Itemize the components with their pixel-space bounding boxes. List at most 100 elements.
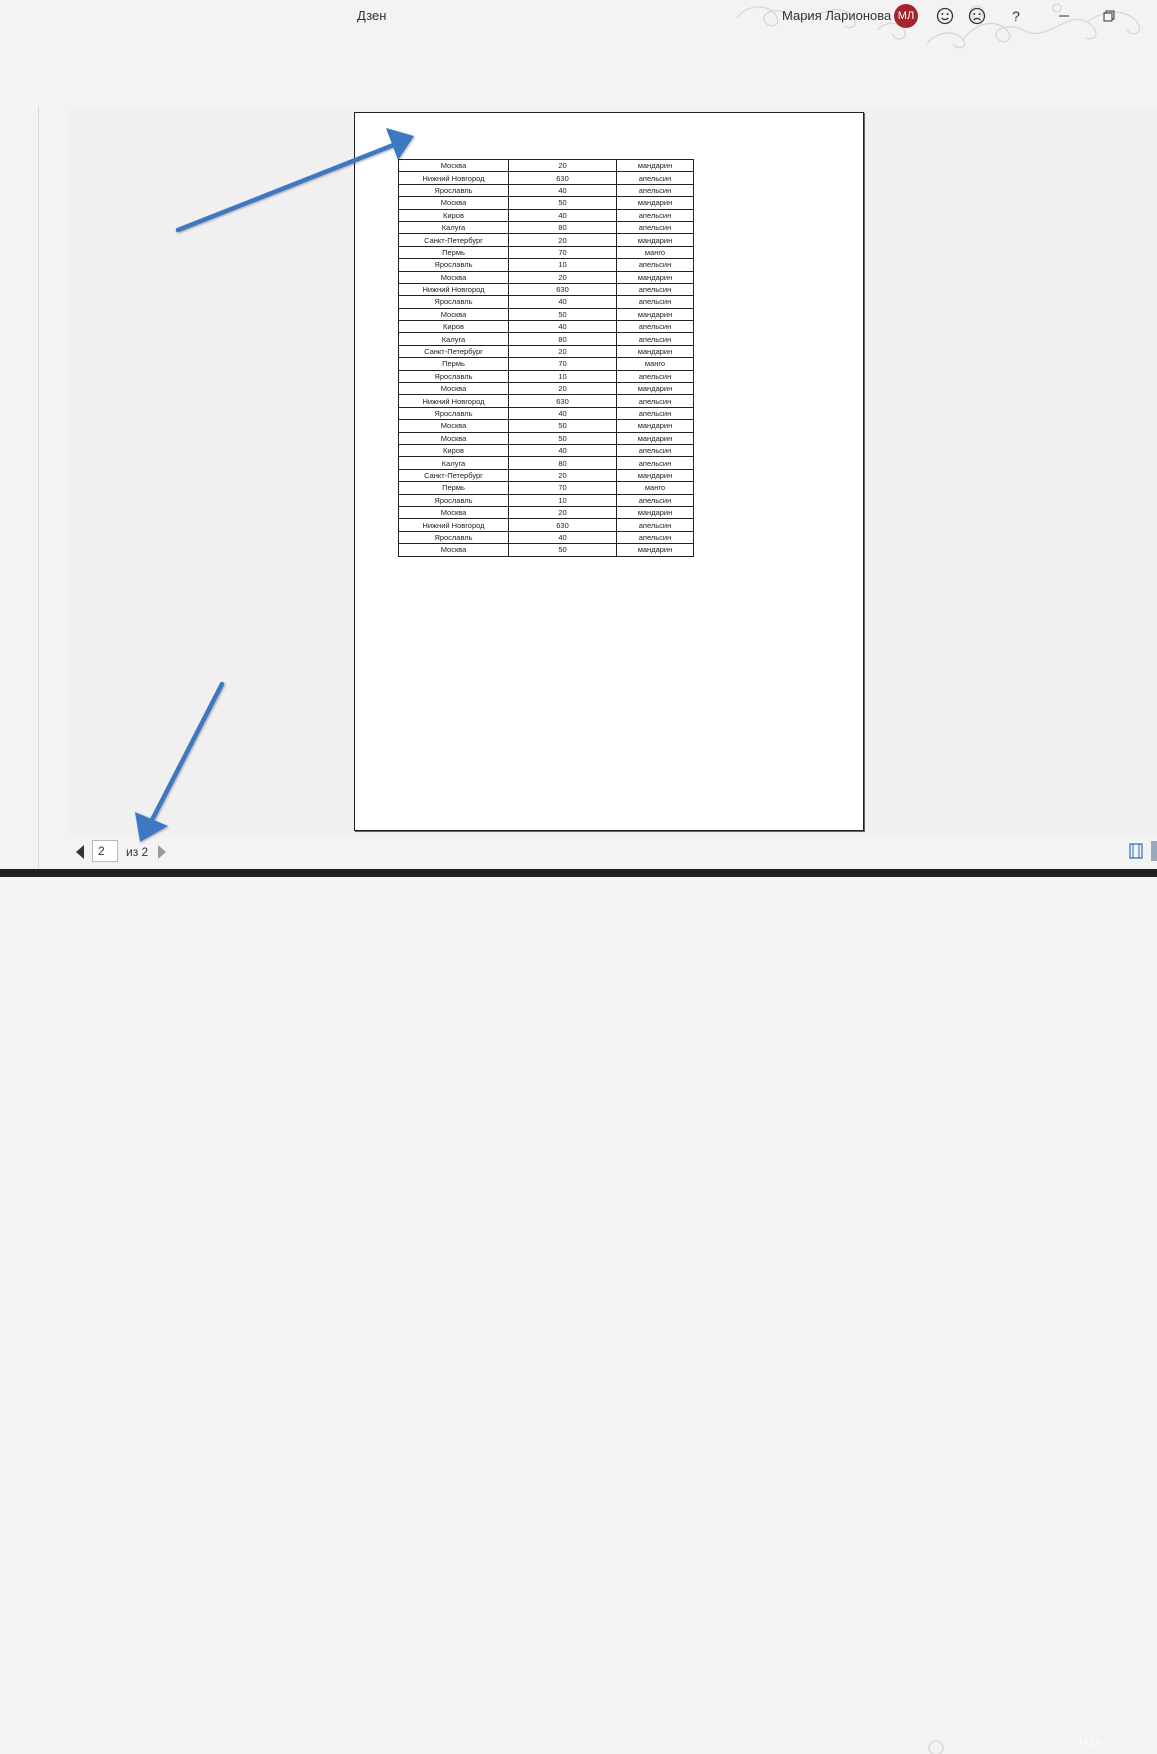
city-cell: Москва [398,270,509,284]
table-row: Ярославль 10 апельсин [398,258,694,272]
table-row: Киров 40 апельсин [398,208,694,222]
table-row: Нижний Новгород 630 апельсин [398,518,694,532]
avatar[interactable]: МЛ [894,4,918,28]
quantity-cell: 630 [508,394,617,408]
table-row: Нижний Новгород 630 апельсин [398,394,694,408]
quantity-cell: 70 [508,481,617,495]
smile-button[interactable] [933,4,957,28]
data-table: Москва 20 мандарин Нижний Новгород 630 апельс… [398,158,694,557]
table-row: Ярославль 10 апельсин [398,493,694,507]
quantity-cell: 70 [508,245,617,260]
quantity-cell: 20 [508,505,617,520]
city-cell: Москва [398,419,509,433]
page-count-label: из 2 [126,845,149,859]
fruit-cell: апельсин [616,406,694,421]
fruit-cell: апельсин [616,332,694,346]
quantity-cell: 40 [508,208,617,222]
previous-page-icon[interactable] [74,844,86,860]
table-row: Москва 50 мандарин [398,543,694,557]
fruit-cell: мандарин [616,270,694,284]
fruit-cell: апельсин [616,183,694,198]
frown-button[interactable] [965,4,989,28]
fruit-cell: апельсин [616,295,694,309]
city-cell: Ярославль [398,183,509,198]
city-cell: Пермь [398,481,509,495]
taskbar: 14:58 [0,869,1157,1754]
table-row: Москва 50 мандарин [398,431,694,446]
fruit-cell: мандарин [616,196,694,210]
quantity-cell: 20 [508,270,617,284]
quantity-cell: 50 [508,431,617,446]
city-cell: Москва [398,307,509,322]
fruit-cell: апельсин [616,456,694,470]
table-row: Санкт-Петербург 20 мандарин [398,233,694,247]
fruit-cell: апельсин [616,518,694,532]
print-preview-page: Москва 20 мандарин Нижний Новгород 630 апельс… [354,112,864,831]
fruit-cell: апельсин [616,320,694,334]
city-cell: Нижний Новгород [398,171,509,185]
help-button[interactable]: ? [1004,4,1028,28]
fruit-cell: апельсин [616,493,694,507]
city-cell: Ярославль [398,530,509,545]
fruit-cell: апельсин [616,258,694,272]
minimize-icon [1059,15,1069,17]
table-row: Москва 50 мандарин [398,196,694,210]
quantity-cell: 50 [508,307,617,322]
fruit-cell: апельсин [616,530,694,545]
city-cell: Санкт-Петербург [398,344,509,359]
fruit-cell: апельсин [616,282,694,297]
table-row: Калуга 80 апельсин [398,456,694,470]
city-cell: Москва [398,158,509,173]
fruit-cell: мандарин [616,344,694,359]
fruit-cell: апельсин [616,443,694,458]
table-row: Ярославль 40 апельсин [398,295,694,309]
quantity-cell: 40 [508,183,617,198]
page-number-input[interactable] [92,840,118,862]
table-row: Пермь 70 манго [398,357,694,371]
table-row: Киров 40 апельсин [398,320,694,334]
table-row: Киров 40 апельсин [398,443,694,458]
frown-icon [968,7,986,25]
fruit-cell: манго [616,245,694,260]
fruit-cell: мандарин [616,505,694,520]
city-cell: Москва [398,196,509,210]
quantity-cell: 10 [508,493,617,507]
document-title: Дзен [357,8,387,23]
city-cell: Ярославль [398,295,509,309]
table-row: Калуга 80 апельсин [398,220,694,235]
quantity-cell: 20 [508,344,617,359]
city-cell: Санкт-Петербург [398,233,509,247]
zoom-slider-edge[interactable] [1151,841,1157,861]
minimize-button[interactable] [1052,4,1076,28]
city-cell: Санкт-Петербург [398,468,509,483]
tray-icon[interactable] [928,1740,944,1754]
table-row: Пермь 70 манго [398,481,694,495]
table-row: Калуга 80 апельсин [398,332,694,346]
table-row: Москва 20 мандарин [398,270,694,284]
next-page-icon[interactable] [156,844,168,860]
quantity-cell: 20 [508,158,617,173]
city-cell: Нижний Новгород [398,282,509,297]
table-row: Москва 50 мандарин [398,307,694,322]
table-row: Москва 20 мандарин [398,382,694,396]
quantity-cell: 70 [508,357,617,371]
title-bar: Дзен Мария Ларионова МЛ ? [0,0,1157,49]
quantity-cell: 80 [508,332,617,346]
quantity-cell: 630 [508,171,617,185]
quantity-cell: 80 [508,220,617,235]
page-view-icon[interactable] [1129,843,1143,859]
fruit-cell: мандарин [616,468,694,483]
fruit-cell: мандарин [616,307,694,322]
quantity-cell: 630 [508,518,617,532]
left-panel [0,106,39,869]
quantity-cell: 40 [508,406,617,421]
fruit-cell: апельсин [616,369,694,384]
table-row: Нижний Новгород 630 апельсин [398,171,694,185]
table-row: Москва 20 мандарин [398,158,694,173]
city-cell: Нижний Новгород [398,518,509,532]
user-name[interactable]: Мария Ларионова [782,8,891,23]
restore-button[interactable] [1097,4,1121,28]
smile-icon [936,7,954,25]
city-cell: Ярославль [398,406,509,421]
table-row: Пермь 70 манго [398,245,694,260]
